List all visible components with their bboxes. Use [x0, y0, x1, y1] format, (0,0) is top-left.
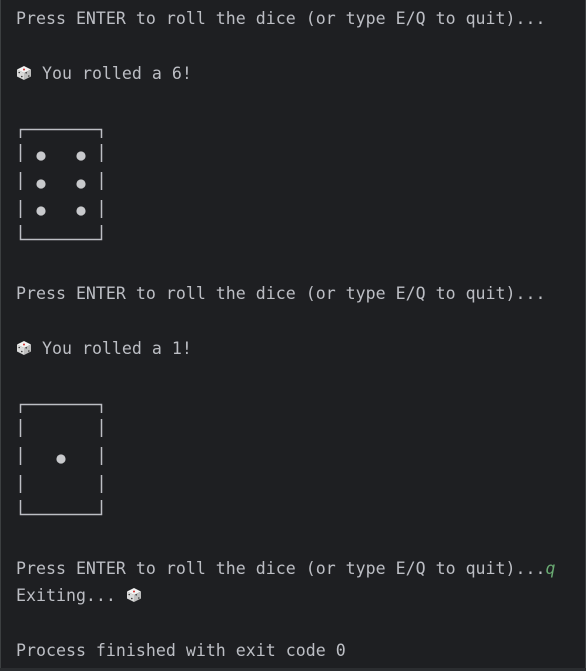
roll-result-line: You rolled a 1! — [16, 339, 192, 359]
dice-emoji-icon — [17, 66, 31, 80]
pip — [36, 151, 46, 161]
process-exit-line: Process finished with exit code 0 — [16, 641, 346, 660]
pip — [76, 206, 86, 216]
prompt-text: Press ENTER to roll the dice (or type E/… — [16, 559, 546, 578]
roll-result-line: You rolled a 6! — [16, 64, 192, 84]
dice-face-six — [19, 128, 103, 241]
exiting-text: Exiting... — [16, 586, 126, 605]
prompt-line: Press ENTER to roll the dice (or type E/… — [16, 284, 546, 303]
prompt-line: Press ENTER to roll the dice (or type E/… — [16, 9, 546, 28]
pip — [36, 179, 46, 189]
run-console-output[interactable]: Press ENTER to roll the dice (or type E/… — [0, 0, 586, 669]
dice-emoji-icon — [126, 588, 141, 602]
dice-face-one — [19, 403, 103, 516]
pip — [36, 206, 46, 216]
exiting-line: Exiting... — [16, 586, 142, 606]
prompt-line: Press ENTER to roll the dice (or type E/… — [16, 559, 556, 579]
dice-emoji-icon — [17, 341, 31, 355]
pip — [56, 454, 66, 464]
pip — [76, 179, 86, 189]
pip — [76, 151, 86, 161]
roll-result-text: You rolled a 6! — [32, 64, 192, 83]
user-input-text: q — [545, 559, 556, 578]
roll-result-text: You rolled a 1! — [32, 339, 192, 358]
